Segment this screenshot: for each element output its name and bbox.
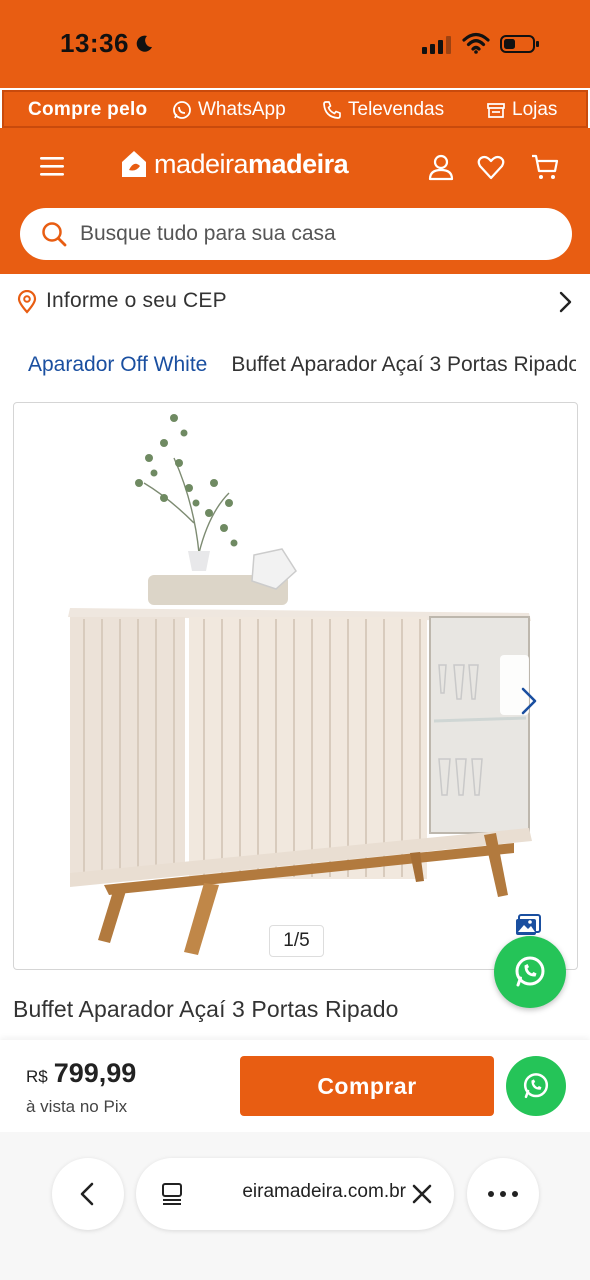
whatsapp-label: WhatsApp — [198, 99, 286, 120]
product-gallery[interactable]: 1/5 — [13, 402, 578, 970]
more-icon — [488, 1191, 518, 1197]
site-header: madeira madeira — [0, 128, 590, 274]
whatsapp-floating-button[interactable] — [494, 936, 566, 1008]
location-pin-icon — [17, 290, 37, 314]
status-bar: 13:36 — [0, 0, 590, 88]
product-title: Buffet Aparador Açaí 3 Portas Ripado — [13, 996, 399, 1022]
cart-icon[interactable] — [530, 152, 560, 182]
product-image[interactable] — [14, 403, 577, 969]
search-bar[interactable] — [20, 208, 572, 260]
cep-label: Informe o seu CEP — [46, 289, 227, 312]
price-value: 799,99 — [53, 1058, 137, 1088]
breadcrumb-current: Buffet Aparador Açaí 3 Portas Ripado — [231, 353, 576, 376]
whatsapp-icon — [173, 101, 191, 119]
whatsapp-buy-button[interactable] — [506, 1056, 566, 1116]
moon-icon — [136, 35, 152, 52]
url-text: eiramadeira.com.br — [242, 1181, 406, 1202]
tabs-icon — [162, 1183, 182, 1205]
televendas-link[interactable]: Televendas — [322, 99, 444, 121]
logo-house-icon — [122, 151, 146, 177]
lojas-link[interactable]: Lojas — [486, 99, 557, 121]
chevron-right-icon — [559, 291, 572, 313]
televendas-label: Televendas — [348, 99, 445, 120]
search-icon — [42, 222, 67, 247]
whatsapp-icon — [515, 956, 545, 987]
breadcrumb: Aparador Off White Buffet Aparador Açaí … — [28, 350, 576, 380]
close-icon[interactable] — [410, 1182, 434, 1206]
price: R$ 799,99 — [26, 1058, 136, 1089]
price-note: à vista no Pix — [26, 1097, 128, 1116]
cep-row[interactable]: Informe o seu CEP — [0, 276, 590, 328]
heart-icon[interactable] — [476, 152, 506, 182]
user-icon[interactable] — [426, 152, 456, 182]
wifi-icon — [462, 32, 490, 54]
lojas-label: Lojas — [512, 99, 558, 120]
buy-button[interactable]: Comprar — [240, 1056, 494, 1116]
logo-text-bold: madeira — [248, 148, 349, 179]
battery-icon — [500, 35, 539, 53]
status-time: 13:36 — [60, 28, 129, 58]
image-counter: 1/5 — [269, 925, 324, 957]
menu-icon[interactable] — [38, 154, 66, 178]
browser-more-button[interactable] — [467, 1158, 539, 1230]
store-icon — [487, 103, 505, 118]
address-bar[interactable]: eiramadeira.com.br — [136, 1158, 454, 1230]
buy-bar: R$ 799,99 à vista no Pix Comprar — [0, 1040, 590, 1132]
whatsapp-icon — [523, 1073, 549, 1099]
contact-strip: Compre pelo WhatsApp Televendas Lojas — [2, 90, 588, 128]
browser-back-button[interactable] — [52, 1158, 124, 1230]
compre-pelo-label: Compre pelo — [28, 99, 148, 120]
search-input[interactable] — [80, 222, 540, 246]
image-gallery-icon[interactable] — [514, 913, 542, 937]
back-icon — [80, 1182, 94, 1206]
browser-toolbar: eiramadeira.com.br — [0, 1132, 590, 1280]
phone-icon — [323, 101, 341, 119]
whatsapp-link[interactable]: WhatsApp — [172, 99, 286, 121]
breadcrumb-parent-link[interactable]: Aparador Off White — [28, 353, 207, 377]
signal-icon — [422, 36, 451, 54]
site-logo[interactable]: madeira madeira — [118, 148, 349, 180]
next-image-arrow-icon[interactable] — [509, 671, 549, 731]
logo-text-light: madeira — [154, 148, 249, 179]
price-currency: R$ — [26, 1067, 48, 1086]
